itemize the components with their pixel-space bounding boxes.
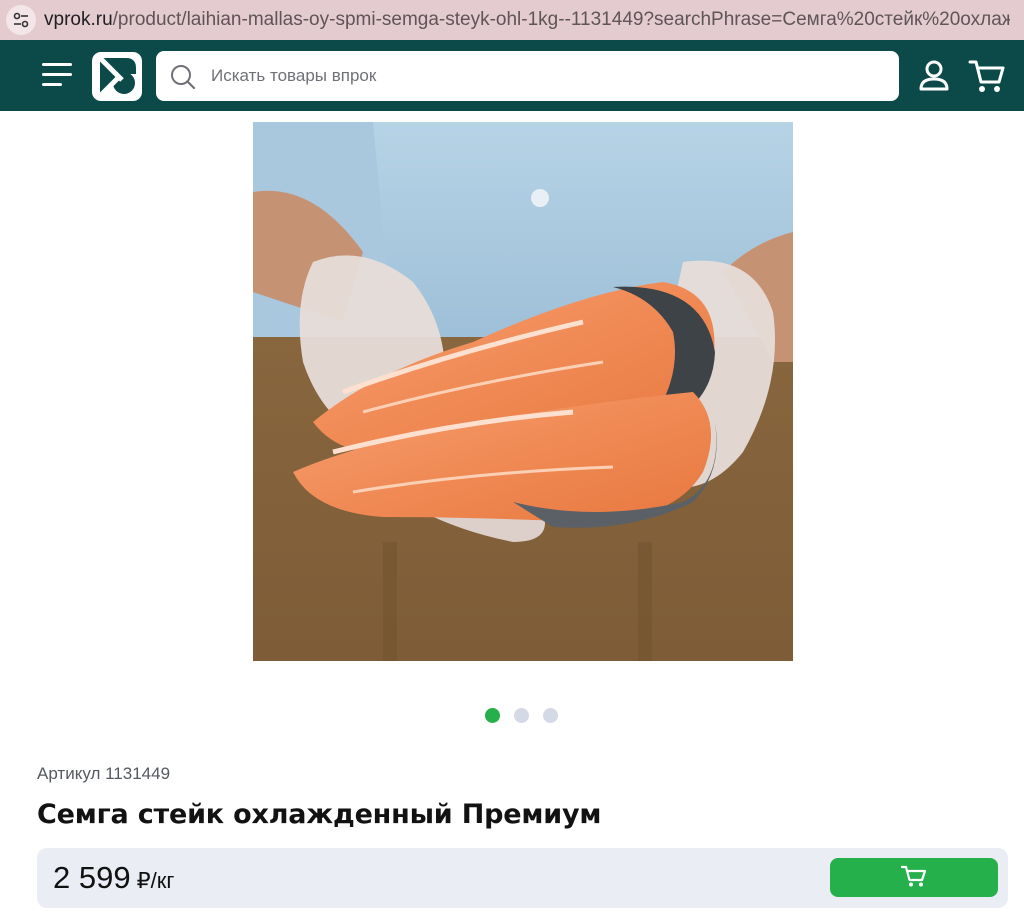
carousel-dot-3[interactable] bbox=[543, 708, 558, 723]
search-box[interactable] bbox=[156, 51, 899, 101]
carousel-dot-1[interactable] bbox=[485, 708, 500, 723]
site-settings-icon[interactable] bbox=[6, 5, 36, 35]
cart-icon[interactable] bbox=[968, 58, 1006, 98]
site-header bbox=[0, 40, 1024, 111]
search-input[interactable] bbox=[211, 51, 881, 101]
url-path: /product/laihian-mallas-oy-spmi-semga-st… bbox=[112, 9, 1010, 30]
hamburger-menu-icon[interactable] bbox=[42, 63, 74, 89]
search-icon[interactable] bbox=[170, 64, 196, 94]
price-panel: 2 599 ₽/кг bbox=[37, 848, 1008, 908]
carousel-dots bbox=[485, 708, 558, 723]
price-unit: ₽/кг bbox=[136, 868, 175, 893]
url-text[interactable]: vprok.ru/product/laihian-mallas-oy-spmi-… bbox=[44, 9, 1010, 31]
url-host: vprok.ru bbox=[44, 9, 113, 30]
vprok-logo[interactable] bbox=[92, 52, 142, 101]
price-amount: 2 599 bbox=[53, 860, 131, 895]
carousel-dot-2[interactable] bbox=[514, 708, 529, 723]
price: 2 599 ₽/кг bbox=[53, 860, 174, 896]
product-image[interactable] bbox=[253, 122, 793, 661]
article-number: Артикул 1131449 bbox=[37, 764, 171, 783]
cart-icon bbox=[900, 864, 927, 892]
add-to-cart-button[interactable] bbox=[830, 858, 998, 897]
browser-address-bar[interactable]: vprok.ru/product/laihian-mallas-oy-spmi-… bbox=[0, 0, 1024, 40]
user-icon[interactable] bbox=[918, 59, 950, 95]
product-title: Семга стейк охлажденный Премиум bbox=[37, 799, 602, 830]
